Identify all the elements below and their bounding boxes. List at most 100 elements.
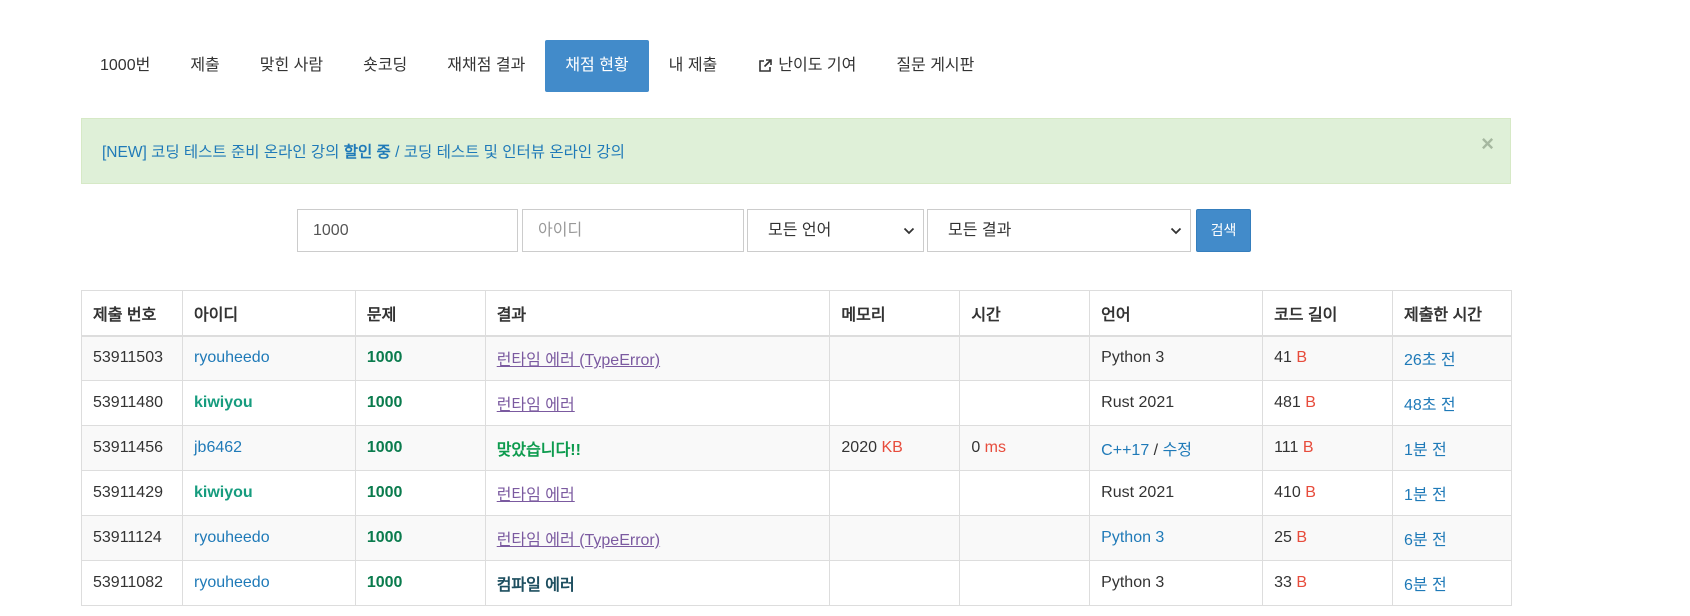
user-link[interactable]: ryouheedo — [194, 574, 270, 591]
time-cell — [959, 515, 1091, 561]
alert-text-prefix[interactable]: [NEW] 코딩 테스트 준비 온라인 강의 — [102, 144, 344, 161]
code-length-cell: 33 B — [1262, 560, 1393, 606]
result-text: 맞았습니다!! — [496, 442, 581, 459]
problem-link[interactable]: 1000 — [367, 349, 403, 366]
code-length-unit: B — [1296, 529, 1307, 546]
chevron-down-icon — [903, 227, 915, 235]
tab-label: 내 제출 — [668, 57, 718, 74]
tab-1[interactable]: 제출 — [170, 40, 239, 92]
problem-link[interactable]: 1000 — [367, 439, 403, 456]
column-header: 코드 길이 — [1262, 290, 1393, 337]
user-link[interactable]: ryouheedo — [194, 529, 270, 546]
column-header: 아이디 — [181, 290, 356, 337]
submission-id-cell: 53911429 — [81, 470, 183, 516]
submitted-time-link[interactable]: 1분 전 — [1404, 442, 1447, 459]
time-unit: ms — [984, 439, 1006, 456]
submitted-time-link[interactable]: 26초 전 — [1404, 352, 1456, 369]
tab-label: 재채점 결과 — [447, 57, 526, 74]
result-cell: 런타임 에러 (TypeError) — [484, 515, 831, 561]
language-value[interactable]: C++17 — [1101, 442, 1149, 459]
language-cell: Python 3 — [1089, 515, 1264, 561]
user-cell: ryouheedo — [181, 560, 356, 606]
tab-6[interactable]: 내 제출 — [649, 40, 738, 92]
submitted-time-cell: 1분 전 — [1391, 425, 1513, 471]
table-row: 53911503 ryouheedo 1000 런타임 에러 (TypeError) P… — [81, 335, 1513, 381]
code-length-cell: 481 B — [1262, 380, 1393, 426]
problem-id-input[interactable] — [297, 209, 518, 252]
tab-8[interactable]: 질문 게시판 — [876, 40, 994, 92]
problem-link[interactable]: 1000 — [367, 529, 403, 546]
code-length-value: 41 — [1274, 349, 1292, 367]
code-length-value: 111 — [1274, 439, 1299, 456]
column-header: 메모리 — [829, 290, 961, 337]
user-cell: ryouheedo — [181, 335, 356, 381]
result-cell: 맞았습니다!! — [484, 425, 831, 471]
code-length-unit: B — [1296, 349, 1307, 367]
problem-cell: 1000 — [354, 380, 486, 426]
language-select-value: 모든 언어 — [768, 222, 832, 239]
user-link[interactable]: ryouheedo — [194, 349, 270, 366]
result-cell: 런타임 에러 (TypeError) — [484, 335, 831, 381]
tab-5[interactable]: 채점 현황 — [545, 40, 649, 92]
tab-7[interactable]: 난이도 기여 — [737, 40, 876, 92]
submission-id-cell: 53911456 — [81, 425, 183, 471]
tab-label: 난이도 기여 — [778, 57, 857, 74]
language-value: Rust 2021 — [1101, 484, 1175, 501]
memory-cell — [829, 380, 961, 426]
result-text[interactable]: 컴파일 에러 — [497, 577, 575, 594]
user-link[interactable]: kiwiyou — [194, 394, 253, 411]
language-select[interactable]: 모든 언어 — [747, 209, 924, 252]
submission-id: 53911124 — [93, 529, 162, 546]
submitted-time-link[interactable]: 48초 전 — [1404, 397, 1456, 414]
problem-link[interactable]: 1000 — [367, 484, 403, 501]
time-cell — [959, 380, 1091, 426]
alert-message[interactable]: [NEW] 코딩 테스트 준비 온라인 강의 할인 중 / 코딩 테스트 및 인… — [102, 140, 625, 162]
submitted-time-link[interactable]: 6분 전 — [1404, 532, 1447, 549]
code-length-cell: 25 B — [1262, 515, 1393, 561]
tab-label: 질문 게시판 — [896, 57, 975, 74]
table-row: 53911480 kiwiyou 1000 런타임 에러 Rust 2021 481 B4… — [81, 380, 1513, 426]
result-select[interactable]: 모든 결과 — [927, 209, 1191, 252]
result-text[interactable]: 런타임 에러 (TypeError) — [497, 532, 660, 549]
column-header: 언어 — [1089, 290, 1264, 337]
alert-text-suffix[interactable]: / 코딩 테스트 및 인터뷰 온라인 강의 — [391, 144, 625, 161]
problem-cell: 1000 — [354, 470, 486, 516]
tab-4[interactable]: 재채점 결과 — [427, 40, 545, 92]
alert-text-bold[interactable]: 할인 중 — [344, 144, 391, 161]
code-length-unit: B — [1302, 439, 1314, 456]
table-row: 53911429 kiwiyou 1000 런타임 에러 Rust 2021 410 B 1… — [81, 470, 1513, 516]
tab-label: 숏코딩 — [363, 57, 408, 74]
tab-0[interactable]: 1000번 — [80, 40, 170, 92]
problem-link[interactable]: 1000 — [367, 394, 403, 411]
result-text[interactable]: 런타임 에러 — [497, 397, 575, 414]
result-text[interactable]: 런타임 에러 (TypeError) — [497, 352, 660, 369]
close-icon[interactable]: × — [1481, 131, 1494, 157]
problem-cell: 1000 — [354, 425, 486, 471]
tab-3[interactable]: 숏코딩 — [343, 40, 427, 92]
result-cell: 런타임 에러 — [484, 380, 831, 426]
user-cell: kiwiyou — [181, 380, 356, 426]
table-header-row: 제출 번호 아이디 문제 결과 메모리 시간 언어 코드 길이 제출한 시간 — [81, 290, 1513, 337]
submitted-time-cell: 6분 전 — [1391, 515, 1513, 561]
tab-2[interactable]: 맞힌 사람 — [240, 40, 343, 92]
memory-unit: KB — [881, 439, 903, 456]
problem-link[interactable]: 1000 — [367, 574, 403, 591]
memory-cell — [829, 560, 961, 606]
language-value[interactable]: Python 3 — [1101, 529, 1164, 546]
user-link[interactable]: kiwiyou — [194, 484, 253, 501]
result-text[interactable]: 런타임 에러 — [497, 487, 575, 504]
code-length-value: 33 — [1274, 574, 1292, 591]
user-id-input[interactable] — [522, 209, 744, 252]
edit-link[interactable]: 수정 — [1163, 442, 1192, 459]
code-length-cell: 111 B — [1262, 425, 1393, 471]
submitted-time-link[interactable]: 1분 전 — [1404, 487, 1447, 504]
problem-cell: 1000 — [354, 560, 486, 606]
search-button[interactable]: 검색 — [1196, 209, 1251, 252]
problem-cell: 1000 — [354, 335, 486, 381]
user-link[interactable]: jb6462 — [194, 439, 242, 456]
submitted-time-link[interactable]: 6분 전 — [1404, 577, 1447, 594]
problem-cell: 1000 — [354, 515, 486, 561]
column-header: 문제 — [354, 290, 486, 337]
memory-cell — [829, 470, 961, 516]
result-select-value: 모든 결과 — [948, 222, 1012, 239]
